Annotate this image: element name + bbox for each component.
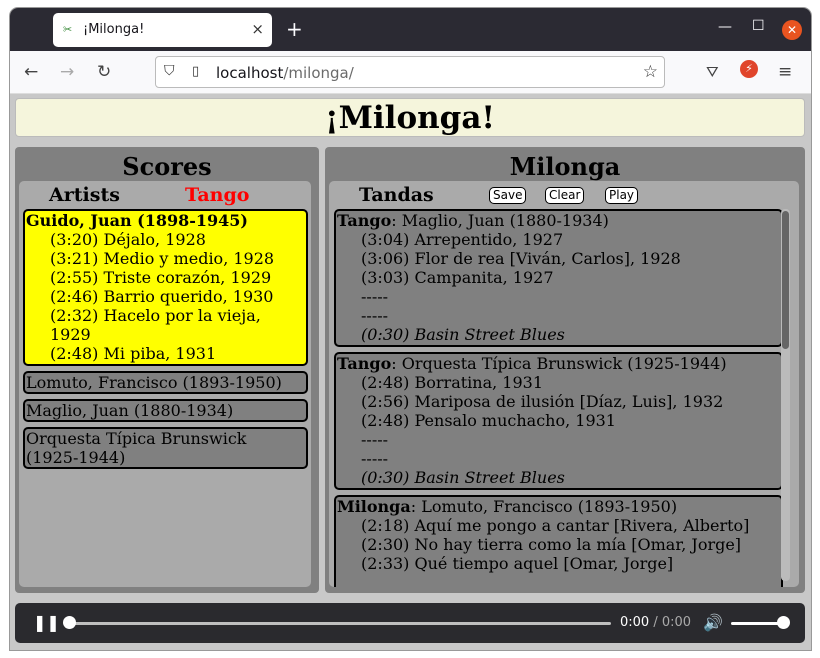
address-bar[interactable]: ⛉ ▯ localhost/milonga/ ☆ (155, 56, 665, 88)
tandas-scrollbar[interactable] (781, 209, 790, 581)
tanda-track[interactable]: (2:48) Borratina, 1931 (337, 373, 781, 392)
tab-strip: ✂ ¡Milonga! × + — ☐ ✕ (10, 8, 811, 51)
track-item[interactable]: (2:48) Mi piba, 1931 (26, 344, 306, 363)
audio-player: ❚❚ 0:00 / 0:00 🔊 (15, 603, 805, 643)
artist-label: Lomuto, Francisco (1893-1950) (26, 373, 282, 392)
maximize-icon[interactable]: ☐ (752, 18, 765, 34)
tanda-track[interactable]: (2:33) Qué tiempo aquel [Omar, Jorge] (337, 554, 781, 573)
page-title: ¡Milonga! (324, 100, 496, 136)
seek-knob[interactable] (63, 616, 76, 629)
menu-icon[interactable]: ≡ (778, 62, 792, 82)
tanda-track[interactable]: (3:04) Arrepentido, 1927 (337, 230, 781, 249)
tab-artists[interactable]: Artists (49, 184, 120, 206)
milonga-title: Milonga (509, 152, 621, 181)
track-item[interactable]: (2:55) Triste corazón, 1929 (26, 268, 306, 287)
artist-name[interactable]: Guido, Juan (1898-1945) (26, 211, 306, 230)
tanda-orchestra: : Lomuto, Francisco (1893-1950) (410, 497, 678, 516)
milonga-favicon-icon: ✂ (63, 23, 73, 36)
artist-label-continued: (1925-1944) (26, 448, 126, 467)
tandas-label: Tandas (359, 184, 434, 206)
browser-window: ✂ ¡Milonga! × + — ☐ ✕ ← → ↻ ⛉ ▯ localhos… (10, 8, 811, 650)
tanda-track[interactable]: (2:30) No hay tierra como la mía [Omar, … (337, 535, 781, 554)
scrollbar-thumb[interactable] (782, 211, 789, 349)
clear-button[interactable]: Clear (545, 187, 585, 204)
minimize-icon[interactable]: — (718, 19, 732, 35)
time-display: 0:00 / 0:00 (620, 615, 691, 630)
navigation-bar: ← → ↻ ⛉ ▯ localhost/milonga/ ☆ ⛛ ⚡ ≡ (10, 51, 811, 94)
page-icon[interactable]: ▯ (192, 64, 199, 79)
tanda-cortina[interactable]: (0:30) Basin Street Blues (337, 325, 781, 344)
tanda-type: Tango (337, 211, 392, 230)
new-tab-button[interactable]: + (286, 17, 303, 41)
browser-tab[interactable]: ✂ ¡Milonga! × (53, 13, 272, 47)
artist-item[interactable]: Lomuto, Francisco (1893-1950) (23, 371, 308, 394)
tandas-list: Tandas Save Clear Play Tango: Maglio, Ju… (329, 181, 799, 587)
tanda-type: Tango (337, 354, 392, 373)
artist-item[interactable]: Orquesta Típica Brunswick (1925-1944) (23, 427, 308, 469)
time-separator: / (649, 615, 662, 630)
volume-slider[interactable] (731, 622, 783, 625)
milonga-panel: Milonga Tandas Save Clear Play Tango: Ma… (325, 147, 805, 593)
tanda-track[interactable]: (2:18) Aquí me pongo a cantar [Rivera, A… (337, 516, 781, 535)
tab-title: ¡Milonga! (83, 22, 145, 37)
artist-item[interactable]: Maglio, Juan (1880-1934) (23, 399, 308, 422)
tanda-orchestra: : Maglio, Juan (1880-1934) (391, 211, 609, 230)
tanda-empty-slot[interactable]: ----- (337, 306, 781, 325)
play-button[interactable]: Play (605, 187, 639, 204)
tanda-cortina[interactable]: (0:30) Basin Street Blues (337, 468, 781, 487)
tanda-card[interactable]: Milonga: Lomuto, Francisco (1893-1950) (… (334, 495, 783, 587)
tanda-empty-slot[interactable]: ----- (337, 287, 781, 306)
url-path: /milonga/ (283, 64, 354, 82)
tanda-orchestra: : Orquesta Típica Brunswick (1925-1944) (391, 354, 727, 373)
shield-icon[interactable]: ⛉ (164, 63, 175, 79)
track-item[interactable]: (3:20) Déjalo, 1928 (26, 230, 306, 249)
scores-title: Scores (122, 152, 212, 181)
page-content: ¡Milonga! Scores Artists Tango Guido, Ju… (10, 94, 811, 650)
artist-label: Maglio, Juan (1880-1934) (26, 401, 234, 420)
track-item[interactable]: (2:46) Barrio querido, 1930 (26, 287, 306, 306)
pause-icon[interactable]: ❚❚ (33, 613, 60, 632)
star-icon[interactable]: ☆ (643, 62, 658, 82)
save-button[interactable]: Save (489, 187, 527, 204)
pocket-icon[interactable]: ⛛ (706, 63, 719, 81)
scores-list: Artists Tango Guido, Juan (1898-1945) (3… (19, 181, 311, 587)
tanda-track[interactable]: (3:03) Campanita, 1927 (337, 268, 781, 287)
extension-icon[interactable]: ⚡ (740, 60, 758, 78)
tab-tango[interactable]: Tango (185, 184, 249, 206)
reload-icon[interactable]: ↻ (97, 62, 111, 82)
tanda-track[interactable]: (2:48) Pensalo muchacho, 1931 (337, 411, 781, 430)
duration: 0:00 (661, 615, 692, 630)
tanda-card[interactable]: Tango: Orquesta Típica Brunswick (1925-1… (334, 352, 783, 490)
artist-label: Orquesta Típica Brunswick (26, 429, 247, 448)
current-time: 0:00 (620, 615, 650, 630)
volume-knob[interactable] (777, 616, 790, 629)
back-arrow-icon[interactable]: ← (24, 62, 38, 82)
track-item[interactable]: (2:32) Hacelo por la vieja, (26, 306, 306, 325)
seek-bar[interactable] (67, 622, 611, 625)
tanda-type: Milonga (337, 497, 411, 516)
tanda-card[interactable]: Tango: Maglio, Juan (1880-1934) (3:04) A… (334, 209, 783, 347)
volume-icon[interactable]: 🔊 (703, 613, 723, 632)
scores-panel: Scores Artists Tango Guido, Juan (1898-1… (15, 147, 319, 593)
url-text[interactable]: localhost/milonga/ (216, 64, 354, 82)
window-close-icon[interactable]: ✕ (782, 20, 802, 40)
forward-arrow-icon[interactable]: → (60, 62, 74, 82)
artist-card-expanded[interactable]: Guido, Juan (1898-1945) (3:20) Déjalo, 1… (23, 209, 308, 366)
track-item-continued[interactable]: 1929 (26, 325, 306, 344)
tanda-empty-slot[interactable]: ----- (337, 449, 781, 468)
track-item[interactable]: (3:21) Medio y medio, 1928 (26, 249, 306, 268)
url-host: localhost (216, 64, 284, 82)
page-banner: ¡Milonga! (15, 98, 805, 137)
tanda-empty-slot[interactable]: ----- (337, 430, 781, 449)
tanda-track[interactable]: (2:56) Mariposa de ilusión [Díaz, Luis],… (337, 392, 781, 411)
tanda-track[interactable]: (3:06) Flor de rea [Viván, Carlos], 1928 (337, 249, 781, 268)
tab-close-icon[interactable]: × (251, 20, 264, 38)
